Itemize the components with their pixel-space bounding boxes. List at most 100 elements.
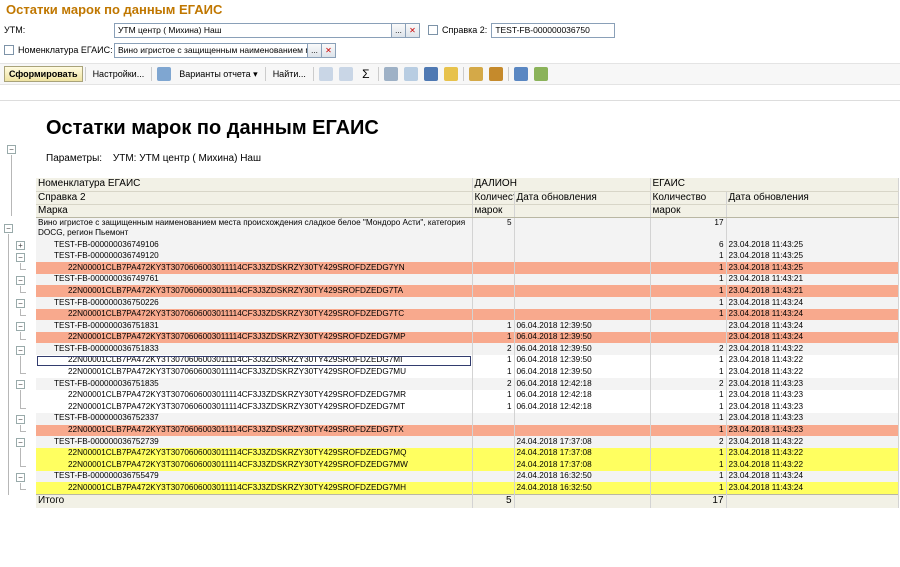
mark-row[interactable]: 22N00001CLB7PA472KY3T3070606003011114CF3… xyxy=(36,482,899,495)
expand-group-icon[interactable]: + xyxy=(16,241,25,251)
total-egais-qty: 17 xyxy=(650,493,727,509)
mark-row[interactable]: 22N00001CLB7PA472KY3T3070606003011114CF3… xyxy=(36,262,899,274)
collapse-product-icon[interactable]: − xyxy=(4,224,13,233)
spravka-row[interactable]: TEST-FB-000000036751833 2 06.04.2018 12:39… xyxy=(36,343,899,355)
spravka-row[interactable]: TEST-FB-000000036749761 1 23.04.2018 11:43… xyxy=(36,273,899,286)
utm-field[interactable]: УТМ центр ( Михина) Наш xyxy=(114,22,392,38)
row-dalion-date: 24.04.2018 17:37:08 xyxy=(514,436,651,448)
row-dalion-qty xyxy=(472,447,515,460)
save-icon[interactable] xyxy=(423,67,438,81)
mark-row[interactable]: 22N00001CLB7PA472KY3T3070606003011114CF3… xyxy=(36,308,899,321)
product-egais-date xyxy=(726,217,899,239)
product-dalion-qty: 5 xyxy=(472,217,515,239)
row-dalion-date xyxy=(514,239,651,251)
collapse-group-icon[interactable]: − xyxy=(16,473,25,483)
row-egais-date: 23.04.2018 11:43:24 xyxy=(726,320,899,332)
nomenclature-field[interactable]: Вино игристое с защищенным наименованием… xyxy=(114,42,308,58)
find-button[interactable]: Найти... xyxy=(268,66,311,82)
mark-row[interactable]: 22N00001CLB7PA472KY3T3070606003011114CF3… xyxy=(36,331,899,344)
mark-row[interactable]: 22N00001CLB7PA472KY3T3070606003011114CF3… xyxy=(36,424,899,437)
row-name: 22N00001CLB7PA472KY3T3070606003011114CF3… xyxy=(36,366,473,379)
nomenclature-select-button[interactable]: ... xyxy=(308,42,322,58)
row-name: TEST-FB-000000036752739 xyxy=(36,436,473,448)
toolbar-separator xyxy=(264,67,266,81)
group-line-end xyxy=(20,373,26,375)
header-dalion-qty2: марок xyxy=(472,204,515,218)
row-name: 22N00001CLB7PA472KY3T3070606003011114CF3… xyxy=(36,389,473,402)
spravka2-checkbox[interactable] xyxy=(428,25,438,35)
mark-row[interactable]: 22N00001CLB7PA472KY3T3070606003011114CF3… xyxy=(36,401,899,413)
total-dalion-qty: 5 xyxy=(472,493,515,509)
collapse-group-icon[interactable]: − xyxy=(16,438,25,448)
spravka-row[interactable]: TEST-FB-000000036752337 1 23.04.2018 11:43… xyxy=(36,412,899,425)
collapse-group-icon[interactable]: − xyxy=(16,299,25,309)
utm-clear-button[interactable]: ✕ xyxy=(406,22,420,38)
spravka-row[interactable]: TEST-FB-000000036751831 1 06.04.2018 12:39… xyxy=(36,320,899,332)
nomenclature-checkbox[interactable] xyxy=(4,45,14,55)
mail-icon[interactable] xyxy=(443,67,458,81)
sum-icon[interactable]: Σ xyxy=(359,67,373,81)
spravka-row[interactable]: TEST-FB-000000036750226 1 23.04.2018 11:43… xyxy=(36,296,899,309)
row-dalion-date xyxy=(514,250,651,263)
copy2-icon[interactable] xyxy=(468,67,483,81)
spravka-row[interactable]: TEST-FB-000000036755479 24.04.2018 16:32:… xyxy=(36,470,899,483)
collapse-header-icon[interactable]: − xyxy=(7,145,16,154)
row-dalion-date xyxy=(514,308,651,321)
mark-row[interactable]: 22N00001CLB7PA472KY3T3070606003011114CF3… xyxy=(36,285,899,297)
row-egais-date: 23.04.2018 11:43:22 xyxy=(726,436,899,448)
mark-row[interactable]: 22N00001CLB7PA472KY3T3070606003011114CF3… xyxy=(36,366,899,379)
spravka-row[interactable]: TEST-FB-000000036749106 6 23.04.2018 11:43… xyxy=(36,239,899,251)
mark-row[interactable]: 22N00001CLB7PA472KY3T3070606003011114CF3… xyxy=(36,389,899,402)
row-dalion-qty: 1 xyxy=(472,354,515,367)
row-dalion-qty xyxy=(472,482,515,495)
row-dalion-qty xyxy=(472,250,515,263)
row-egais-qty: 1 xyxy=(650,424,727,437)
spravka-row[interactable]: TEST-FB-000000036751835 2 06.04.2018 12:42… xyxy=(36,378,899,390)
row-dalion-date: 06.04.2018 12:39:50 xyxy=(514,331,651,344)
spravka-row[interactable]: TEST-FB-000000036749120 1 23.04.2018 11:43… xyxy=(36,250,899,263)
preview-icon[interactable] xyxy=(403,67,418,81)
row-egais-qty: 1 xyxy=(650,262,727,274)
row-dalion-qty xyxy=(472,424,515,437)
generate-button[interactable]: Сформировать xyxy=(4,66,83,82)
collapse-group-icon[interactable]: − xyxy=(16,322,25,332)
print-icon[interactable] xyxy=(383,67,398,81)
row-egais-qty: 1 xyxy=(650,296,727,309)
export-icon[interactable] xyxy=(513,67,528,81)
row-name: 22N00001CLB7PA472KY3T3070606003011114CF3… xyxy=(36,459,473,471)
variants-button[interactable]: Варианты отчета ▾ xyxy=(174,66,262,83)
row-egais-qty xyxy=(650,320,727,332)
header-egais-qty2: марок xyxy=(650,204,727,218)
row-name: 22N00001CLB7PA472KY3T3070606003011114CF3… xyxy=(36,424,473,437)
collapse-group-icon[interactable]: − xyxy=(16,380,25,390)
spravka-row[interactable]: TEST-FB-000000036752739 24.04.2018 17:37:… xyxy=(36,436,899,448)
row-dalion-qty xyxy=(472,273,515,286)
utm-select-button[interactable]: ... xyxy=(392,22,406,38)
group-line xyxy=(11,155,12,216)
spravka2-field[interactable]: TEST-FB-000000036750 xyxy=(491,22,616,38)
mark-row[interactable]: 22N00001CLB7PA472KY3T3070606003011114CF3… xyxy=(36,459,899,471)
row-egais-qty: 1 xyxy=(650,389,727,402)
collapse-group-icon[interactable]: − xyxy=(16,415,25,425)
paste2-icon[interactable] xyxy=(488,67,503,81)
import-icon[interactable] xyxy=(533,67,548,81)
row-name: 22N00001CLB7PA472KY3T3070606003011114CF3… xyxy=(36,401,473,413)
paste-icon[interactable] xyxy=(338,67,353,81)
row-name: TEST-FB-000000036752337 xyxy=(36,412,473,425)
toolbar-separator xyxy=(507,67,509,81)
mark-row[interactable]: 22N00001CLB7PA472KY3T3070606003011114CF3… xyxy=(36,354,899,367)
row-dalion-qty: 1 xyxy=(472,331,515,344)
row-dalion-qty xyxy=(472,470,515,483)
mark-row[interactable]: 22N00001CLB7PA472KY3T3070606003011114CF3… xyxy=(36,447,899,460)
collapse-group-icon[interactable]: − xyxy=(16,345,25,355)
row-dalion-qty xyxy=(472,436,515,448)
copy-icon[interactable] xyxy=(318,67,333,81)
collapse-group-icon[interactable]: − xyxy=(16,252,25,262)
nomenclature-clear-button[interactable]: ✕ xyxy=(322,42,336,58)
row-name: 22N00001CLB7PA472KY3T3070606003011114CF3… xyxy=(36,308,473,321)
product-row[interactable]: Вино игристое с защищенным наименованием… xyxy=(36,217,899,239)
row-dalion-qty xyxy=(472,296,515,309)
settings-button[interactable]: Настройки... xyxy=(88,66,150,82)
collapse-group-icon[interactable]: − xyxy=(16,276,25,286)
row-egais-date: 23.04.2018 11:43:24 xyxy=(726,482,899,495)
